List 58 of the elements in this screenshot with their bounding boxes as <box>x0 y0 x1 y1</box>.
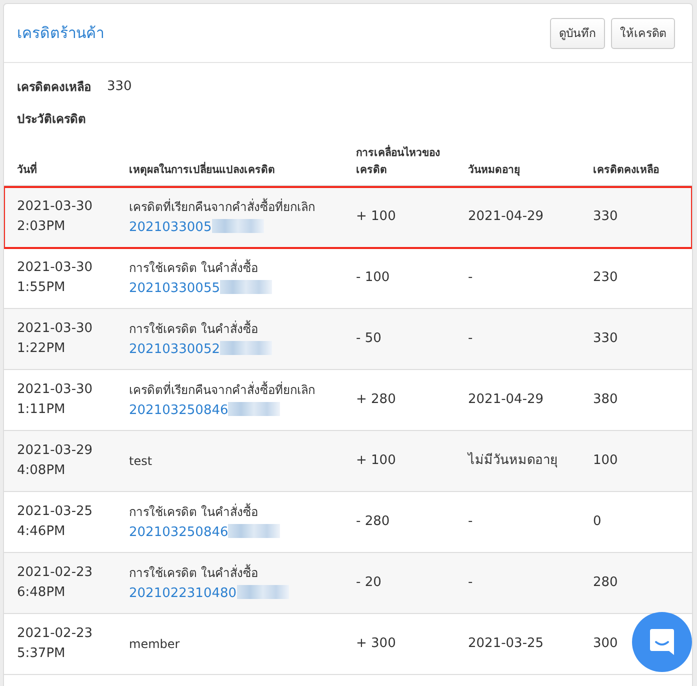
date-cell: 2021-03-30 1:11PM <box>17 382 93 417</box>
order-link[interactable]: 20210330055 <box>129 280 272 296</box>
balance-cell: 380 <box>593 392 618 407</box>
chat-icon <box>648 627 676 657</box>
order-link[interactable]: 202103250846 <box>129 524 280 540</box>
change-cell: - 100 <box>356 270 390 285</box>
reason-text: การใช้เครดิต ในคำสั่งซื้อ 202103250846 <box>129 504 280 538</box>
date-cell: 2021-03-30 2:03PM <box>17 199 93 234</box>
column-header: เหตุผลในการเปลี่ยนแปลงเครดิต <box>116 162 343 185</box>
expiry-cell: - <box>468 514 473 529</box>
date-cell: 2021-03-30 1:22PM <box>17 321 93 356</box>
reason-text: เครดิตที่เรียกคืนจากคำสั่งซื้อที่ยกเลิก 202103250846 <box>129 382 315 416</box>
expiry-cell: - <box>468 575 473 590</box>
column-header: เครดิตคงเหลือ <box>592 162 660 178</box>
change-cell: + 100 <box>356 209 396 224</box>
balance-cell: 100 <box>593 453 618 468</box>
column-header: วันหมดอายุ <box>467 163 521 178</box>
page-title: เครดิตร้านค้า <box>17 23 104 44</box>
expiry-cell: 2021-04-29 <box>468 209 544 224</box>
order-link[interactable]: 2021033005 <box>129 220 264 234</box>
reason-text: เครดิตที่เรียกคืนจากคำสั่งซื้อที่ยกเลิก 2021033005 <box>129 200 315 234</box>
reason-text: การใช้เครดิต ในคำสั่งซื้อ 20210330055 <box>129 260 272 294</box>
reason-text: member <box>129 637 180 651</box>
expiry-cell: - <box>468 331 473 346</box>
date-cell: 2021-03-25 4:46PM <box>17 504 93 539</box>
reason-text: test <box>129 454 152 468</box>
header-button[interactable]: ดูบันทึก <box>550 18 605 48</box>
order-link[interactable]: 2021022310480 <box>129 586 289 600</box>
balance-label: เครดิตคงเหลือ <box>17 78 91 96</box>
balance-cell: 300 <box>593 636 618 651</box>
balance-cell: 330 <box>593 331 618 346</box>
expiry-cell: ไม่มีวันหมดอายุ <box>468 453 558 468</box>
change-cell: - 50 <box>356 331 382 346</box>
change-cell: + 280 <box>356 392 396 407</box>
change-cell: - 20 <box>356 575 382 590</box>
column-header: วันที่ <box>4 162 116 185</box>
change-cell: + 300 <box>356 636 396 651</box>
order-link[interactable]: 20210330052 <box>129 342 272 356</box>
change-cell: - 280 <box>356 514 390 529</box>
balance-cell: 280 <box>593 575 618 590</box>
header-button[interactable]: ให้เครดิต <box>611 18 675 48</box>
change-cell: + 100 <box>356 453 396 468</box>
expiry-cell: - <box>468 270 473 285</box>
date-cell: 2021-02-23 6:48PM <box>17 565 93 600</box>
balance-cell: 330 <box>593 209 618 224</box>
expiry-cell: 2021-03-25 <box>468 636 544 651</box>
section-title: ประวัติเครดิต <box>16 111 87 128</box>
date-cell: 2021-03-30 1:55PM <box>17 260 93 295</box>
expiry-cell: 2021-04-29 <box>468 392 544 407</box>
order-link[interactable]: 202103250846 <box>129 402 280 418</box>
column-header: การเคลื่อนไหวของเครดิต <box>343 145 452 185</box>
date-cell: 2021-02-23 5:37PM <box>17 626 93 661</box>
balance-cell: 230 <box>593 270 618 285</box>
balance-value: 330 <box>107 78 132 94</box>
reason-text: การใช้เครดิต ในคำสั่งซื้อ 20210330052 <box>129 322 272 356</box>
date-cell: 2021-03-29 4:08PM <box>17 443 93 478</box>
balance-cell: 0 <box>593 514 602 529</box>
reason-text: การใช้เครดิต ในคำสั่งซื้อ 2021022310480 <box>129 566 289 600</box>
